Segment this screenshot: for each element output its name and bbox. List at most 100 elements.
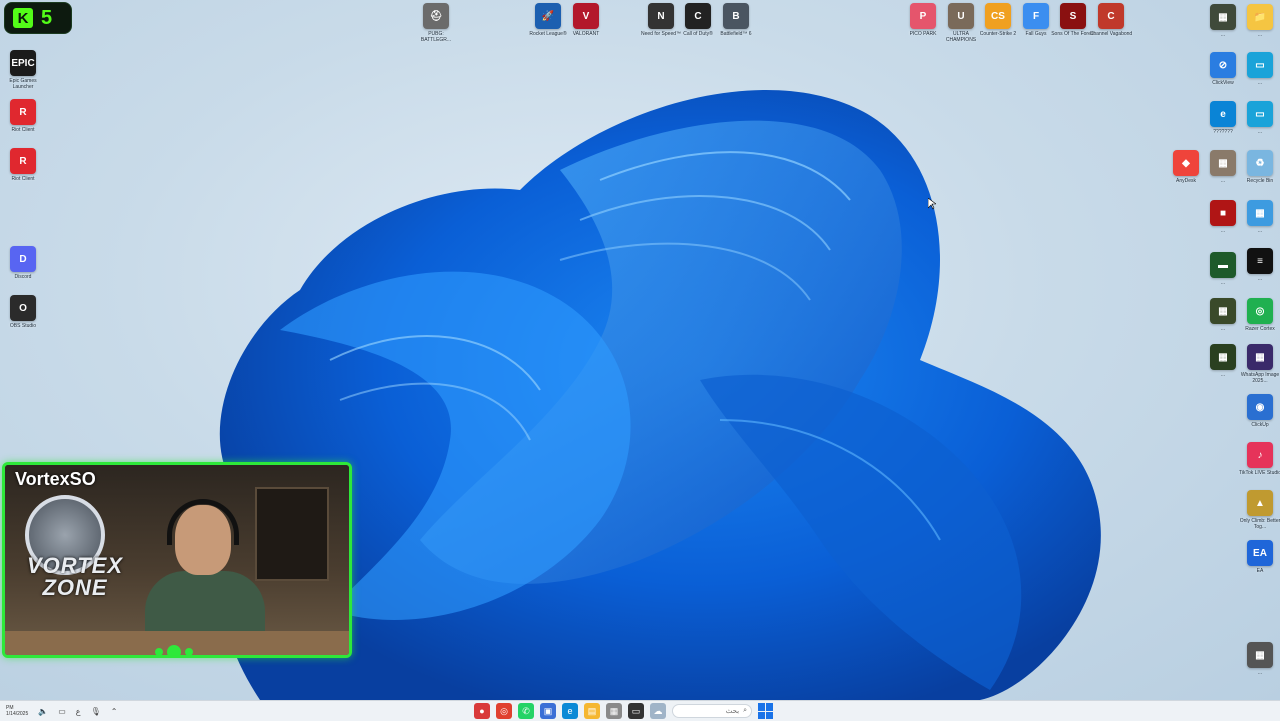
app-icon: ▭ [1247,101,1273,127]
app-icon: ♻ [1247,150,1273,176]
desktop-icon[interactable]: EA EA [1237,540,1280,574]
desktop-icon-label: ... [1257,670,1263,676]
app-icon: ■ [1210,200,1236,226]
headset-icon [167,499,239,545]
chrome-icon[interactable]: ◎ [496,703,512,719]
webcam-indicator [155,645,207,655]
app-icon: F [1023,3,1049,29]
app-icon: C [685,3,711,29]
app-icon: D [10,246,36,272]
desktop-icon-label: ClickUp [1251,422,1269,428]
gallery-icon[interactable]: ▦ [606,703,622,719]
media-icon[interactable]: ▣ [540,703,556,719]
network-icon[interactable]: ▭ [58,707,66,716]
desktop-icon-label: Epic Games Launcher [9,78,37,90]
desktop-icon-label: TikTok LIVE Studio [1238,470,1280,476]
app-icon: B [723,3,749,29]
app-icon: R [10,99,36,125]
app-icon: O [10,295,36,321]
app-icon: ▦ [1210,150,1236,176]
desktop-icon[interactable]: ▦ WhatsApp Image 2025... [1237,344,1280,384]
desktop-icon[interactable]: C Channel Vagabond [1088,3,1134,37]
desktop-icon-label: ... [1257,32,1263,38]
desktop-icon-label: Discord [14,274,32,280]
app-icon: ▦ [1247,344,1273,370]
desktop-icon-label: ... [1257,228,1263,234]
tv-icon[interactable]: ▭ [628,703,644,719]
desktop-icon-label: ... [1257,80,1263,86]
kick-viewer-badge: K 5 [4,2,72,34]
app-icon: ⛑ [423,3,449,29]
app-icon: ▦ [1210,344,1236,370]
desktop-icon-label: ... [1257,276,1263,282]
desktop-icon[interactable]: ▭... [1237,52,1280,86]
app-icon: R [10,148,36,174]
desktop-icon[interactable]: R Riot Client [0,99,46,133]
app-icon: ≡ [1247,248,1273,274]
desktop-icon[interactable]: EPIC Epic Games Launcher [0,50,46,90]
desktop-icon[interactable]: B Battlefield™ 6 [713,3,759,37]
desktop-icon[interactable]: 📁... [1237,4,1280,38]
app-icon: ◉ [1247,394,1273,420]
app-icon: ▭ [1247,52,1273,78]
app-icon: 🚀 [535,3,561,29]
widgets-icon[interactable]: ☁ [650,703,666,719]
app-icon: ◆ [1173,150,1199,176]
desktop-icon-label: Only Climb: Better Tog... [1239,518,1280,530]
desktop-icon[interactable]: D Discord [0,246,46,280]
app-icon: ◎ [1247,298,1273,324]
kick-logo-icon: K [13,8,33,28]
app-icon: P [910,3,936,29]
taskbar: PM 1/14/2025 🔈 ▭ ع 🎙 ⌃ ● ◎ ✆ ▣ e ▤ ▦ ▭ ☁ بحث ⌕ [0,700,1280,721]
desktop-icon[interactable]: ♻ Recycle Bin [1237,150,1280,184]
desktop-icon-label: Riot Client [11,127,35,133]
desktop: K 5 VORTEX ZONE VortexSO ⛑ PUBG: BATTLEGR… [0,0,1280,700]
app-icon: V [573,3,599,29]
desktop-icon-label: OBS Studio [9,323,37,329]
desktop-icon[interactable]: ≡... [1237,248,1280,282]
app-icon: ♪ [1247,442,1273,468]
taskbar-search[interactable]: بحث ⌕ [672,704,752,718]
system-tray: PM 1/14/2025 🔈 ▭ ع 🎙 ⌃ [6,701,117,721]
app-icon: ▦ [1210,4,1236,30]
app-icon: ▦ [1247,642,1273,668]
kick-viewer-count: 5 [41,6,53,29]
desktop-icon[interactable]: O OBS Studio [0,295,46,329]
desktop-icon[interactable]: ▦... [1237,642,1280,676]
desktop-icon[interactable]: R Riot Client [0,148,46,182]
search-placeholder: بحث [725,708,740,715]
pinned-app-icon[interactable]: ● [474,703,490,719]
desktop-icon-label: Recycle Bin [1246,178,1274,184]
app-icon: EPIC [10,50,36,76]
desktop-icon-label: EA [1256,568,1264,574]
desktop-icon[interactable]: ♪ TikTok LIVE Studio [1237,442,1280,476]
start-button[interactable] [758,703,774,719]
taskbar-clock[interactable]: PM 1/14/2025 [6,705,28,717]
app-icon: 📁 [1247,4,1273,30]
language-icon[interactable]: ع [76,707,81,716]
search-icon: ⌕ [743,707,747,714]
desktop-icon[interactable]: ▲ Only Climb: Better Tog... [1237,490,1280,530]
desktop-icon-label: ... [1257,129,1263,135]
desktop-icon-label: Riot Client [11,176,35,182]
speaker-icon[interactable]: 🔈 [38,707,48,716]
app-icon: C [1098,3,1124,29]
app-icon: N [648,3,674,29]
app-icon: ▲ [1247,490,1273,516]
desktop-icon-label: Channel Vagabond [1089,31,1133,37]
chevron-up-icon[interactable]: ⌃ [111,707,118,716]
app-icon: ▦ [1210,298,1236,324]
explorer-icon[interactable]: ▤ [584,703,600,719]
desktop-icon[interactable]: ◎ Razer Cortex [1237,298,1280,332]
desktop-icon[interactable]: ▭... [1237,101,1280,135]
desktop-icon-label: Battlefield™ 6 [720,31,752,37]
desktop-icon[interactable]: ▦... [1237,200,1280,234]
desktop-icon[interactable]: V VALORANT [563,3,609,37]
desktop-icon[interactable]: ◉ ClickUp [1237,394,1280,428]
whatsapp-icon[interactable]: ✆ [518,703,534,719]
desktop-icon[interactable]: ⛑ PUBG: BATTLEGR... [413,3,459,43]
edge-icon[interactable]: e [562,703,578,719]
desktop-icon-label: PUBG: BATTLEGR... [420,31,452,43]
mouse-cursor-icon [928,198,936,210]
microphone-icon[interactable]: 🎙 [91,707,101,716]
